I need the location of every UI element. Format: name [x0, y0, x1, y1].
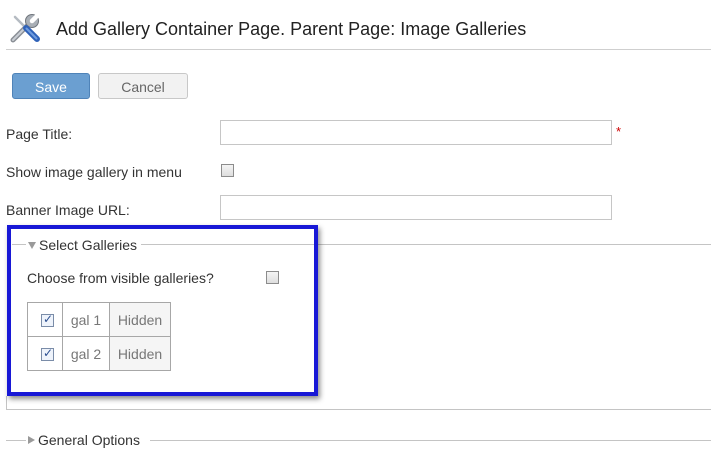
- required-marker: *: [616, 124, 622, 139]
- tools-icon: [7, 10, 43, 46]
- general-options-legend[interactable]: General Options: [26, 432, 150, 448]
- page-title-input[interactable]: [220, 120, 612, 145]
- banner-url-input[interactable]: [220, 195, 612, 220]
- select-galleries-border-left: [6, 396, 7, 409]
- show-in-menu-label: Show image gallery in menu: [6, 164, 182, 180]
- page-title: Add Gallery Container Page. Parent Page:…: [56, 19, 527, 39]
- banner-url-label: Banner Image URL:: [6, 202, 130, 218]
- show-in-menu-checkbox[interactable]: [221, 164, 234, 177]
- highlight-box: [7, 225, 318, 396]
- save-button[interactable]: Save: [12, 73, 90, 99]
- cancel-button[interactable]: Cancel: [98, 73, 188, 99]
- header-divider: [6, 49, 711, 50]
- select-galleries-border-bottom: [6, 409, 711, 410]
- general-options-title: General Options: [38, 432, 140, 448]
- expand-triangle-icon: [28, 436, 35, 445]
- page-title-label: Page Title:: [6, 126, 73, 142]
